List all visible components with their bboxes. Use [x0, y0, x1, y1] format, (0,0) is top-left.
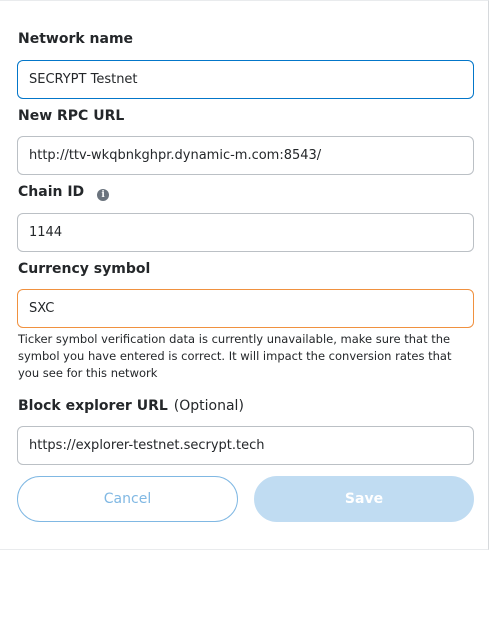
currency-symbol-label: Currency symbol	[18, 261, 150, 277]
chain-id-label-text: Chain ID	[18, 184, 85, 200]
info-icon[interactable]: i	[97, 189, 110, 201]
rpc-url-label-text: New RPC URL	[18, 108, 125, 124]
currency-symbol-input[interactable]	[17, 289, 474, 328]
network-name-label-text: Network name	[18, 31, 134, 47]
save-button[interactable]: Save	[254, 476, 474, 522]
currency-symbol-label-text: Currency symbol	[18, 261, 151, 277]
rpc-url-label: New RPC URL	[18, 108, 124, 124]
network-name-label: Network name	[18, 31, 133, 47]
cancel-button-label: Cancel	[103, 491, 152, 507]
network-name-input[interactable]	[17, 60, 474, 99]
rpc-url-input[interactable]	[17, 136, 474, 175]
save-button-label: Save	[344, 491, 384, 507]
block-explorer-label-text: Block explorer URL	[18, 398, 168, 414]
optional-tag: (Optional)	[173, 398, 244, 414]
block-explorer-label: Block explorer URL (Optional)	[18, 398, 244, 414]
ticker-warning-text: Ticker symbol verification data is curre…	[18, 332, 452, 380]
chain-id-label: Chain ID i	[18, 184, 110, 201]
chain-id-input[interactable]	[17, 213, 474, 252]
network-form-panel: Network name New RPC URL Chain ID i Curr…	[0, 0, 489, 550]
cancel-button[interactable]: Cancel	[17, 476, 238, 522]
block-explorer-input[interactable]	[17, 426, 474, 465]
